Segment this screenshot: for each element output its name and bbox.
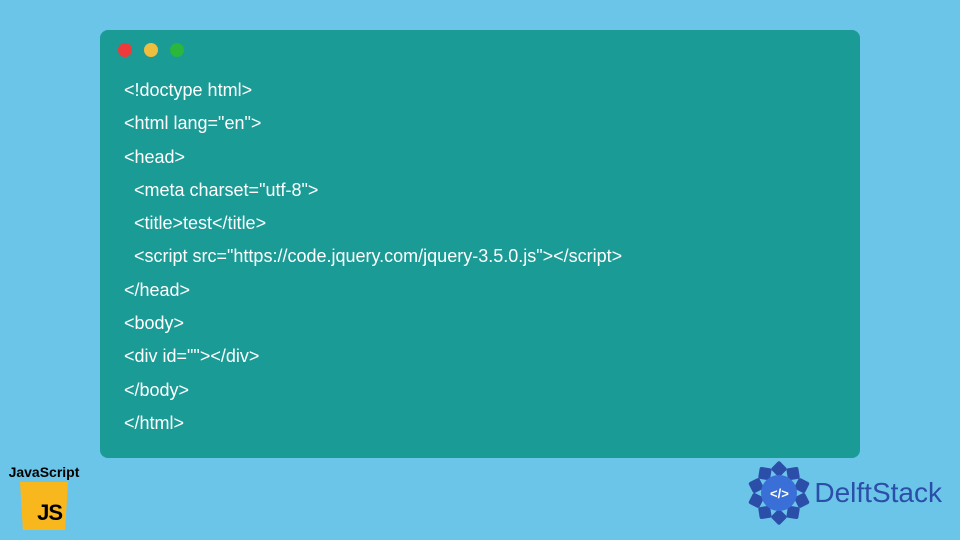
javascript-icon: JS xyxy=(20,482,68,530)
code-block: <!doctype html> <html lang="en"> <head> … xyxy=(100,70,860,440)
maximize-icon xyxy=(170,43,184,57)
window-titlebar xyxy=(100,30,860,70)
javascript-badge: JavaScript JS xyxy=(4,464,84,530)
delftstack-logo: </> DelftStack xyxy=(750,464,942,522)
delftstack-gear-icon: </> xyxy=(750,464,808,522)
javascript-label: JavaScript xyxy=(4,464,84,480)
delftstack-brand-text: DelftStack xyxy=(814,477,942,509)
code-window: <!doctype html> <html lang="en"> <head> … xyxy=(100,30,860,458)
minimize-icon xyxy=(144,43,158,57)
close-icon xyxy=(118,43,132,57)
javascript-icon-text: JS xyxy=(37,500,62,526)
